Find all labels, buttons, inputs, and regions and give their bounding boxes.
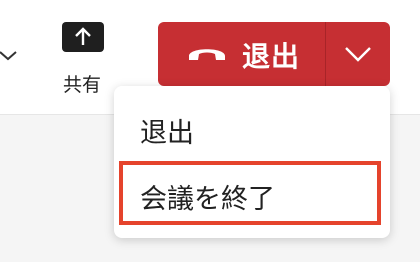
menu-item-leave[interactable]: 退出 xyxy=(114,96,390,160)
leave-options-dropdown-button[interactable] xyxy=(326,22,390,86)
leave-button[interactable]: 退出 xyxy=(158,22,325,86)
menu-item-label: 会議を終了 xyxy=(140,184,275,215)
leave-button-label: 退出 xyxy=(242,40,301,73)
menu-item-label: 退出 xyxy=(140,118,194,149)
chevron-down-icon xyxy=(345,47,371,62)
leave-options-menu: 退出 会議を終了 xyxy=(114,86,390,238)
leave-button-group: 退出 xyxy=(158,22,390,86)
hang-up-phone-icon xyxy=(189,49,225,60)
chevron-down-icon[interactable] xyxy=(0,46,20,66)
share-button[interactable]: 共有 xyxy=(54,22,110,98)
menu-item-end-meeting[interactable]: 会議を終了 xyxy=(114,161,390,226)
share-upload-icon xyxy=(62,22,104,52)
share-label: 共有 xyxy=(62,74,101,96)
